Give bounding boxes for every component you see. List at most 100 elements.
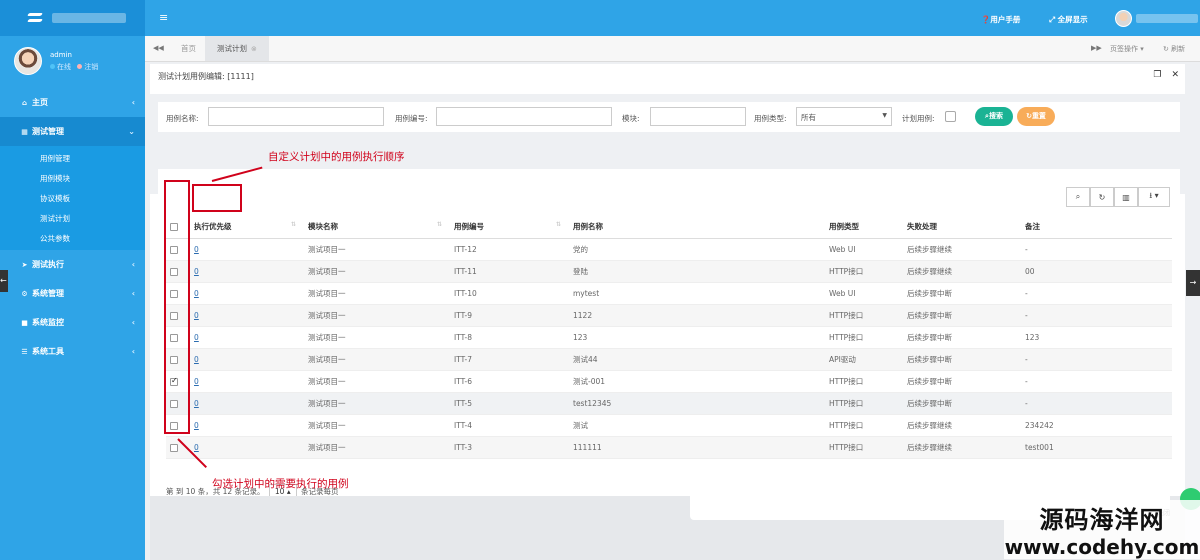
main-panel: 测试计划用例编辑: [1111] ❐ ✕ 用例名称: 用例编号: 模块: 用例类型… xyxy=(150,64,1185,509)
col-note[interactable]: 备注 xyxy=(1021,216,1172,239)
plan-case-checkbox[interactable] xyxy=(945,111,956,122)
cell-priority[interactable]: 0 xyxy=(190,304,304,327)
tab-refresh[interactable]: ↻ 刷新 xyxy=(1163,44,1185,54)
cell-priority[interactable]: 0 xyxy=(190,282,304,305)
cell-module: 测试项目一 xyxy=(304,282,450,305)
cell-fail-handling: 后续步骤继续 xyxy=(903,436,1021,459)
case-no-label: 用例编号: xyxy=(395,114,428,123)
close-icon[interactable]: ✕ xyxy=(1171,70,1179,80)
table-area: ⌕ ↻ ▥ ⭳ ▾ 执行优先级 ⇅ 模块名称 ⇅ 用例编号 ⇅ 用例名称 用例类型 失… xyxy=(158,169,1180,509)
cell-case-no: ITT-12 xyxy=(450,238,569,261)
cell-fail-handling: 后续步骤中断 xyxy=(903,326,1021,349)
cell-module: 测试项目一 xyxy=(304,436,450,459)
logout-link[interactable]: 注销 xyxy=(84,63,98,71)
cell-case-type: HTTP接口 xyxy=(825,392,903,415)
cell-note: - xyxy=(1021,238,1172,261)
table-row[interactable]: 0 测试项目一 ITT-4 测试 HTTP接口 后续步骤继续 234242 xyxy=(166,414,1172,437)
user-manual-link[interactable]: ❓用户手册 xyxy=(981,14,1020,25)
cell-priority[interactable]: 0 xyxy=(190,414,304,437)
cell-note: test001 xyxy=(1021,436,1172,459)
col-case-name[interactable]: 用例名称 xyxy=(569,216,825,239)
expand-icon: ⤢ xyxy=(1049,15,1058,24)
tab-test-plan[interactable]: 测试计划 ⊗ xyxy=(205,36,269,61)
cell-priority[interactable]: 0 xyxy=(190,260,304,283)
refresh-button[interactable]: ↻ xyxy=(1090,187,1114,207)
arrow-right-icon[interactable]: → xyxy=(1186,270,1200,296)
case-type-label: 用例类型: xyxy=(754,114,787,123)
case-name-input[interactable] xyxy=(208,107,384,126)
table-row[interactable]: 0 测试项目一 ITT-3 111111 HTTP接口 后续步骤继续 test001 xyxy=(166,436,1172,459)
row-checkbox[interactable] xyxy=(170,443,178,452)
case-no-input[interactable] xyxy=(436,107,612,126)
search-form: 用例名称: 用例编号: 模块: 用例类型: 所有 ▼ 计划用例: ⌕搜索 ↻重置 xyxy=(158,102,1180,132)
table-row[interactable]: 0 测试项目一 ITT-8 123 HTTP接口 后续步骤中断 123 xyxy=(166,326,1172,349)
cell-case-type: Web UI xyxy=(825,238,903,261)
tab-home[interactable]: 首页 xyxy=(169,36,208,61)
cell-priority[interactable]: 0 xyxy=(190,436,304,459)
tab-scroll-right-icon[interactable]: ▶▶ xyxy=(1091,44,1102,52)
cell-case-name: 111111 xyxy=(569,436,825,459)
chevron-left-icon: ‹ xyxy=(131,347,135,356)
fullscreen-link[interactable]: ⤢ 全屏显示 xyxy=(1049,14,1088,25)
reset-button[interactable]: ↻重置 xyxy=(1017,107,1055,126)
sidebar-item-label: 系统监控 xyxy=(32,318,64,327)
logo[interactable] xyxy=(0,0,145,36)
sidebar-item-test-execution[interactable]: ➤ 测试执行 ‹ xyxy=(0,250,145,279)
sidebar-item-home[interactable]: ⌂ 主页 ‹ xyxy=(0,88,145,117)
table-row[interactable]: 0 测试项目一 ITT-7 测试44 API驱动 后续步骤中断 - xyxy=(166,348,1172,371)
cell-case-name: 党的 xyxy=(569,238,825,261)
cell-fail-handling: 后续步骤继续 xyxy=(903,260,1021,283)
columns-icon: ▥ xyxy=(1122,192,1130,202)
case-type-select[interactable]: 所有 ▼ xyxy=(796,107,892,126)
cell-note: 123 xyxy=(1021,326,1172,349)
cell-note: - xyxy=(1021,304,1172,327)
module-input[interactable] xyxy=(650,107,746,126)
table-row[interactable]: 0 测试项目一 ITT-12 党的 Web UI 后续步骤继续 - xyxy=(166,238,1172,261)
sub-item-case-management[interactable]: 用例管理 xyxy=(0,148,145,168)
top-bar: ≡ ❓用户手册 ⤢ 全屏显示 xyxy=(145,0,1200,36)
cell-priority[interactable]: 0 xyxy=(190,238,304,261)
export-button[interactable]: ⭳ ▾ xyxy=(1138,187,1170,207)
tabs-bar: ◀◀ 首页 测试计划 ⊗ ▶▶ 页签操作 ▾ ↻ 刷新 xyxy=(145,36,1200,62)
col-priority[interactable]: 执行优先级 ⇅ xyxy=(190,216,304,239)
sub-item-public-params[interactable]: 公共参数 xyxy=(0,228,145,248)
col-case-type[interactable]: 用例类型 xyxy=(825,216,903,239)
arrow-left-icon[interactable]: ← xyxy=(0,270,8,292)
close-icon[interactable]: ⊗ xyxy=(251,45,257,53)
cell-module: 测试项目一 xyxy=(304,370,450,393)
cell-priority[interactable]: 0 xyxy=(190,348,304,371)
cell-priority[interactable]: 0 xyxy=(190,392,304,415)
table-row[interactable]: 0测试项目一ITT-6测试-001HTTP接口后续步骤中断- xyxy=(166,370,1172,393)
sub-item-protocol-template[interactable]: 协议模板 xyxy=(0,188,145,208)
columns-button[interactable]: ▥ xyxy=(1114,187,1138,207)
table-body: 0 测试项目一 ITT-12 党的 Web UI 后续步骤继续 -0 测试项目一 ITT-11 登… xyxy=(166,238,1172,459)
avatar[interactable] xyxy=(14,47,42,75)
cell-case-no: ITT-7 xyxy=(450,348,569,371)
sidebar-item-label: 主页 xyxy=(32,98,48,107)
col-case-no[interactable]: 用例编号 ⇅ xyxy=(450,216,569,239)
table-row[interactable]: 0 测试项目一 ITT-5 test12345 HTTP接口 后续步骤中断 - xyxy=(166,392,1172,415)
tab-scroll-left-icon[interactable]: ◀◀ xyxy=(153,44,164,52)
sub-item-case-module[interactable]: 用例模块 xyxy=(0,168,145,188)
top-username-blurred[interactable] xyxy=(1136,14,1198,23)
sidebar-item-system-monitor[interactable]: ■ 系统监控 ‹ xyxy=(0,308,145,337)
sidebar-item-system-management[interactable]: ⚙ 系统管理 ‹ xyxy=(0,279,145,308)
cell-priority[interactable]: 0 xyxy=(190,326,304,349)
maximize-icon[interactable]: ❐ xyxy=(1153,70,1161,80)
table-row[interactable]: 0 测试项目一 ITT-10 mytest Web UI 后续步骤中断 - xyxy=(166,282,1172,305)
search-toggle-button[interactable]: ⌕ xyxy=(1066,187,1090,207)
cell-priority[interactable]: 0 xyxy=(190,370,304,393)
sub-item-test-plan[interactable]: 测试计划 xyxy=(0,208,145,228)
tab-operations-dropdown[interactable]: 页签操作 ▾ xyxy=(1110,44,1144,54)
sidebar-item-system-tools[interactable]: ☰ 系统工具 ‹ xyxy=(0,337,145,366)
table-row[interactable]: 0 测试项目一 ITT-11 登陆 HTTP接口 后续步骤继续 00 xyxy=(166,260,1172,283)
col-module[interactable]: 模块名称 ⇅ xyxy=(304,216,450,239)
search-button[interactable]: ⌕搜索 xyxy=(975,107,1013,126)
table-row[interactable]: 0 测试项目一 ITT-9 1122 HTTP接口 后续步骤中断 - xyxy=(166,304,1172,327)
chevron-left-icon: ‹ xyxy=(131,289,135,298)
col-fail-handling[interactable]: 失败处理 xyxy=(903,216,1021,239)
menu-toggle-icon[interactable]: ≡ xyxy=(159,11,168,24)
download-icon: ⭳ ▾ xyxy=(1149,191,1159,200)
top-avatar[interactable] xyxy=(1115,10,1132,27)
sidebar-item-test-management[interactable]: ▦ 测试管理 ⌄ xyxy=(0,117,145,146)
